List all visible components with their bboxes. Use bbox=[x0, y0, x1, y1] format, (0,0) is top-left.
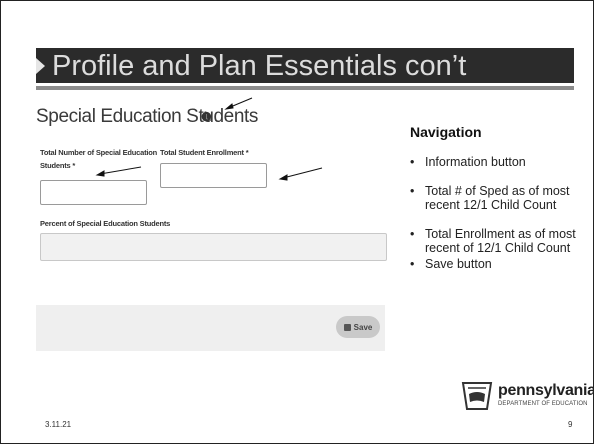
arrow-head-icon bbox=[224, 103, 234, 110]
arrow-head-icon bbox=[95, 170, 105, 177]
slide-date: 3.11.21 bbox=[45, 420, 72, 429]
page-number: 9 bbox=[568, 420, 573, 429]
keystone-icon bbox=[461, 382, 493, 410]
arrow-head-icon bbox=[278, 174, 288, 181]
pa-education-logo: pennsylvania DEPARTMENT OF EDUCATION bbox=[458, 378, 594, 420]
logo-name: pennsylvania bbox=[498, 382, 594, 399]
arrow-to-enrollment bbox=[282, 167, 323, 179]
logo-subtitle: DEPARTMENT OF EDUCATION bbox=[498, 401, 588, 407]
arrow-to-sped-count bbox=[99, 166, 142, 175]
